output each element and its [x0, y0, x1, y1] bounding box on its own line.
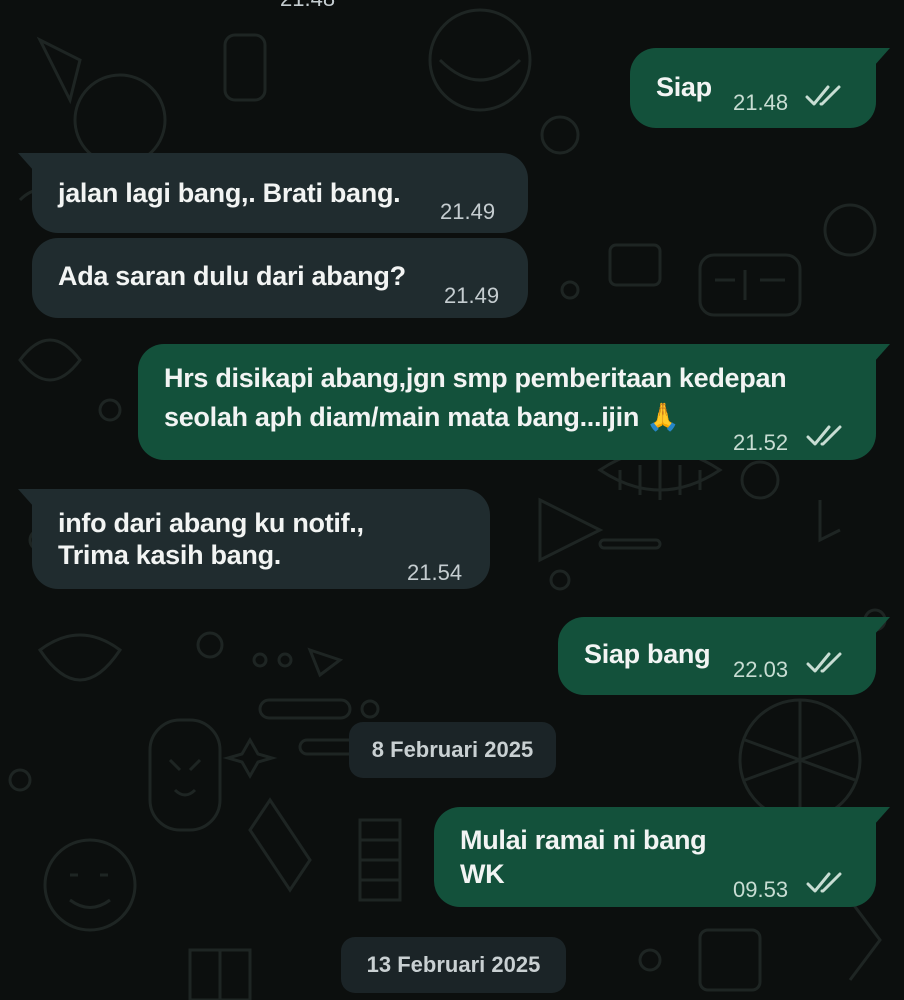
double-check-icon — [805, 85, 841, 106]
message-time: 21.52 — [733, 430, 789, 455]
message-time: 22.03 — [733, 657, 789, 682]
message-time: 09.53 — [733, 877, 789, 902]
message-text: Siap bang — [584, 639, 711, 669]
double-check-icon — [806, 652, 842, 673]
message-time: 21.49 — [444, 283, 500, 308]
message-bubble-outgoing[interactable]: Hrs disikapi abang,jgn smp pemberitaan k… — [138, 344, 890, 460]
message-bubble-incoming[interactable]: Ada saran dulu dari abang? 21.49 — [32, 238, 528, 318]
message-text-line: info dari abang ku notif., — [58, 508, 364, 538]
message-text: Ada saran dulu dari abang? — [58, 261, 406, 291]
message-text: Siap — [656, 72, 712, 102]
date-label: 13 Februari 2025 — [366, 952, 541, 977]
message-time: 21.54 — [407, 560, 463, 585]
date-separator: 13 Februari 2025 — [341, 937, 566, 993]
message-time: 21.49 — [440, 199, 496, 224]
message-text-line: Hrs disikapi abang,jgn smp pemberitaan k… — [164, 363, 787, 393]
message-text-line: WK — [460, 859, 505, 889]
message-text-line: Mulai ramai ni bang — [460, 825, 707, 855]
message-bubble-outgoing[interactable]: Siap 21.48 — [630, 48, 890, 128]
message-text-line: seolah aph diam/main mata bang...ijin 🙏 — [164, 402, 680, 432]
message-bubble-incoming[interactable]: jalan lagi bang,. Brati bang. 21.49 — [18, 153, 528, 233]
message-bubble-incoming[interactable]: info dari abang ku notif., Trima kasih b… — [18, 489, 490, 589]
message-bubble-outgoing[interactable]: Siap bang 22.03 — [558, 617, 890, 695]
date-separator: 8 Februari 2025 — [349, 722, 556, 778]
double-check-icon — [806, 872, 842, 893]
cut-off-timestamp: 21.48 — [280, 0, 335, 12]
message-text: jalan lagi bang,. Brati bang. — [58, 178, 401, 208]
date-label: 8 Februari 2025 — [371, 737, 534, 762]
message-time: 21.48 — [733, 90, 789, 115]
message-text-line: Trima kasih bang. — [58, 540, 281, 570]
double-check-icon — [806, 425, 842, 446]
message-bubble-outgoing[interactable]: Mulai ramai ni bang WK 09.53 — [434, 807, 890, 907]
chat-area[interactable]: 21.48 Siap 21.48 jalan lagi bang,. Brati… — [0, 0, 904, 1000]
